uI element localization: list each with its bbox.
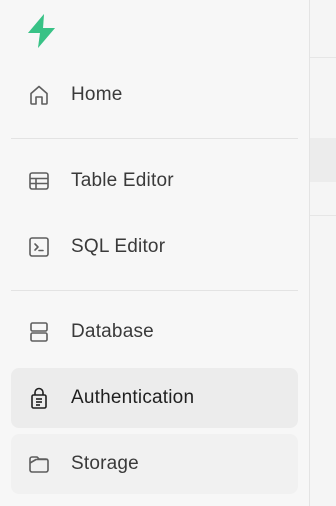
table-icon: [25, 167, 53, 195]
sidebar-item-authentication[interactable]: Authentication: [11, 368, 298, 428]
database-icon: [25, 318, 53, 346]
sidebar-item-label: SQL Editor: [71, 236, 166, 257]
terminal-icon: [25, 233, 53, 261]
folder-icon: [25, 450, 53, 478]
sidebar-item-storage[interactable]: Storage: [11, 434, 298, 494]
main-header-border: [310, 57, 336, 58]
main-content-edge: [310, 0, 336, 506]
sidebar-item-table-editor[interactable]: Table Editor: [11, 151, 298, 211]
main-row-border: [310, 215, 336, 216]
sidebar-item-label: Table Editor: [71, 170, 174, 191]
sidebar-item-label: Authentication: [71, 387, 195, 408]
sidebar-item-label: Database: [71, 321, 154, 342]
sidebar-divider: [11, 138, 298, 139]
home-icon: [25, 81, 53, 109]
lock-icon: [25, 384, 53, 412]
sidebar-item-label: Storage: [71, 453, 139, 474]
sidebar-item-sql-editor[interactable]: SQL Editor: [11, 217, 298, 277]
sidebar-item-home[interactable]: Home: [11, 65, 298, 125]
supabase-logo-icon[interactable]: [22, 11, 62, 51]
sidebar-item-label: Home: [71, 84, 123, 105]
sidebar: Home Table Editor SQL Editor Database Au…: [0, 0, 310, 506]
sidebar-divider: [11, 290, 298, 291]
sidebar-item-database[interactable]: Database: [11, 302, 298, 362]
main-row-highlight: [310, 138, 336, 182]
